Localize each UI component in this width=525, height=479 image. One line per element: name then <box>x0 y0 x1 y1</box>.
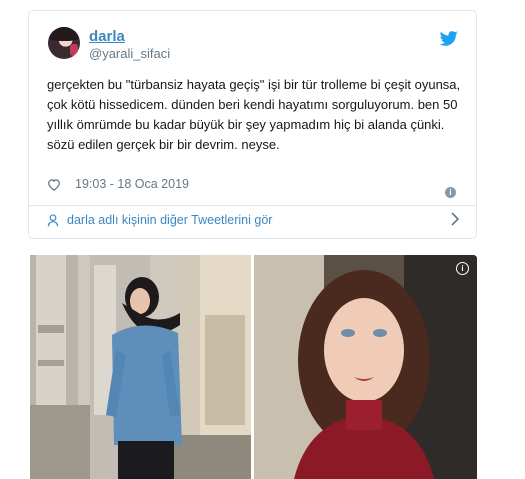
photo-hijab-denim[interactable] <box>30 255 251 479</box>
author-handle[interactable]: @yarali_sifaci <box>89 46 170 61</box>
tweet-text: gerçekten bu "türbansiz hayata geçiş" iş… <box>47 77 461 152</box>
tweet-timestamp[interactable]: 19:03 - 18 Oca 2019 <box>75 177 189 191</box>
heart-icon[interactable] <box>47 178 61 191</box>
more-tweets-label[interactable]: darla adlı kişinin diğer Tweetlerini gör <box>67 213 272 227</box>
twitter-bird-icon[interactable] <box>440 31 458 46</box>
info-icon[interactable]: i <box>456 262 469 275</box>
info-icon[interactable]: i <box>445 187 456 198</box>
tweet-meta: 19:03 - 18 Oca 2019 <box>47 176 459 192</box>
avatar[interactable] <box>48 27 80 59</box>
embedded-tweet-card: darla @yarali_sifaci gerçekten bu "türba… <box>28 10 477 239</box>
chevron-right-icon[interactable] <box>451 212 459 226</box>
user-icon <box>47 213 59 226</box>
photo-selfie-red-sweater[interactable]: i <box>254 255 477 479</box>
more-tweets-link[interactable]: darla adlı kişinin diğer Tweetlerini gör <box>47 211 459 229</box>
divider <box>29 205 476 206</box>
author-name[interactable]: darla <box>89 28 125 45</box>
